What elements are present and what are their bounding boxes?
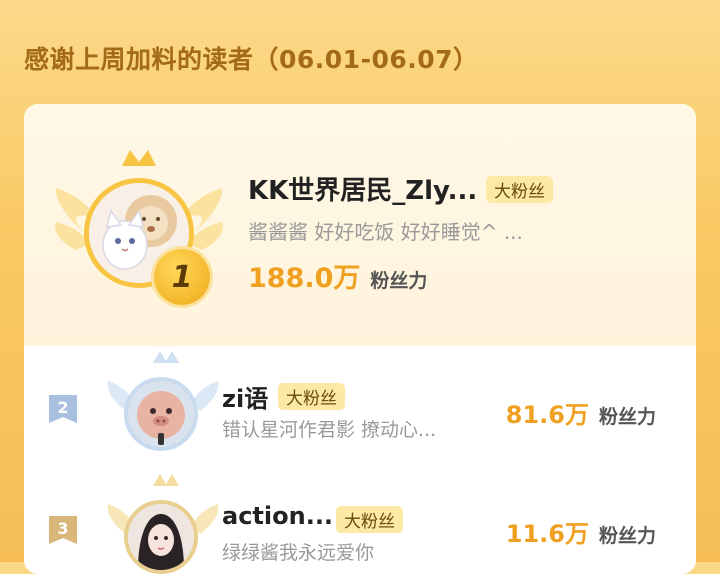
- third-reader-fan-power: 11.6万 粉丝力: [506, 514, 656, 549]
- pig-avatar-icon: [128, 381, 194, 447]
- first-reader-motto: 酱酱酱 好好吃饭 好好睡觉^ ...: [248, 220, 523, 244]
- second-reader-name[interactable]: zi语: [222, 379, 268, 414]
- fan-power-label: 粉丝力: [598, 525, 656, 547]
- rank-one-medal: 1: [154, 249, 210, 305]
- second-place-entry[interactable]: 2 zi语 大粉丝 错认星河作君影 撩动心... 81.6万 粉丝力: [24, 349, 696, 459]
- first-place-entry[interactable]: 1 KK世界居民_Zly... 大粉丝 酱酱酱 好好吃饭 好好睡觉^ ... 1…: [24, 104, 696, 346]
- first-reader-fan-power: 188.0万 粉丝力: [248, 256, 427, 295]
- third-reader-avatar[interactable]: [124, 500, 198, 574]
- third-place-entry[interactable]: 3 action... 大粉丝 绿绿酱我永远爱你 11.6万 粉丝力: [24, 474, 696, 574]
- fan-power-value: 11.6万: [505, 520, 589, 548]
- svg-text:3: 3: [57, 519, 68, 538]
- fan-power-value: 81.6万: [505, 401, 589, 429]
- section-title: 感谢上周加料的读者（06.01-06.07）: [24, 45, 479, 74]
- fan-power-label: 粉丝力: [598, 406, 656, 428]
- second-reader-avatar-frame: [98, 349, 219, 459]
- leaderboard-card: 1 KK世界居民_Zly... 大粉丝 酱酱酱 好好吃饭 好好睡觉^ ... 1…: [24, 104, 696, 574]
- rank-three-badge-icon: 3: [49, 516, 77, 544]
- anime-girl-avatar-icon: [128, 504, 194, 570]
- fan-level-badge: 大粉丝: [278, 383, 345, 410]
- fan-level-badge: 大粉丝: [486, 176, 553, 203]
- fan-power-label: 粉丝力: [370, 270, 428, 292]
- third-reader-avatar-frame: [98, 474, 219, 574]
- rank-two-badge-icon: 2: [49, 395, 77, 423]
- second-reader-fan-power: 81.6万 粉丝力: [506, 395, 656, 430]
- fan-level-badge: 大粉丝: [336, 506, 403, 533]
- third-reader-motto: 绿绿酱我永远爱你: [222, 542, 375, 564]
- second-reader-avatar[interactable]: [124, 377, 198, 451]
- svg-text:2: 2: [57, 398, 68, 417]
- second-reader-motto: 错认星河作君影 撩动心...: [222, 419, 437, 441]
- fan-power-value: 188.0万: [248, 263, 361, 294]
- third-reader-name[interactable]: action...: [222, 502, 333, 530]
- first-reader-name[interactable]: KK世界居民_Zly...: [248, 170, 477, 207]
